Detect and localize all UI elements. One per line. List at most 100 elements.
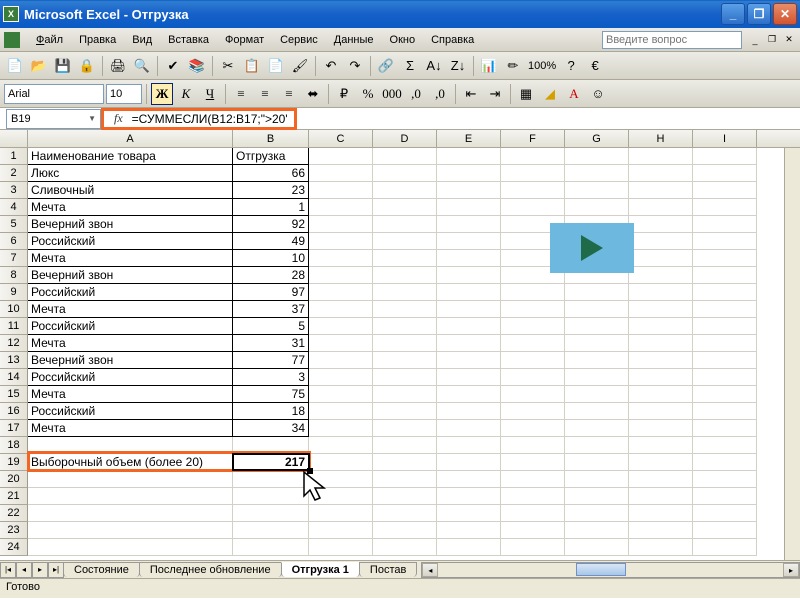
cell[interactable] — [565, 454, 629, 471]
sort-desc-icon[interactable]: Z↓ — [447, 55, 469, 77]
cell[interactable] — [373, 437, 437, 454]
cell[interactable] — [501, 454, 565, 471]
row-header[interactable]: 2 — [0, 165, 28, 182]
row-header[interactable]: 9 — [0, 284, 28, 301]
horizontal-scrollbar[interactable]: ◂ ▸ — [421, 562, 800, 578]
cell[interactable] — [437, 182, 501, 199]
cell[interactable] — [565, 420, 629, 437]
cell[interactable]: 28 — [233, 267, 309, 284]
cell[interactable] — [437, 488, 501, 505]
row-header[interactable]: 10 — [0, 301, 28, 318]
cell[interactable] — [437, 318, 501, 335]
cell[interactable] — [373, 471, 437, 488]
cell[interactable]: 37 — [233, 301, 309, 318]
cell[interactable]: Российский — [28, 233, 233, 250]
cell[interactable] — [629, 522, 693, 539]
cell[interactable]: 75 — [233, 386, 309, 403]
cell[interactable]: 31 — [233, 335, 309, 352]
cell[interactable]: 18 — [233, 403, 309, 420]
cell[interactable] — [501, 165, 565, 182]
cell[interactable] — [437, 471, 501, 488]
print-icon[interactable]: 🖨 — [107, 55, 129, 77]
cell[interactable] — [309, 267, 373, 284]
column-header-D[interactable]: D — [373, 130, 437, 147]
cell[interactable] — [437, 335, 501, 352]
cell[interactable] — [629, 437, 693, 454]
print-preview-icon[interactable]: 🔍 — [131, 55, 153, 77]
cell[interactable] — [629, 233, 693, 250]
decrease-indent-icon[interactable]: ⇤ — [460, 83, 482, 105]
row-header[interactable]: 1 — [0, 148, 28, 165]
name-box-dropdown-icon[interactable]: ▼ — [88, 114, 96, 123]
row-header[interactable]: 23 — [0, 522, 28, 539]
sheet-tab-3[interactable]: Отгрузка 1 — [281, 562, 360, 577]
cell[interactable]: 1 — [233, 199, 309, 216]
cell[interactable] — [629, 471, 693, 488]
cell[interactable]: Мечта — [28, 420, 233, 437]
cell[interactable] — [28, 522, 233, 539]
column-header-C[interactable]: C — [309, 130, 373, 147]
increase-decimal-icon[interactable]: ,0 — [405, 83, 427, 105]
cell[interactable] — [373, 267, 437, 284]
row-header[interactable]: 14 — [0, 369, 28, 386]
cell[interactable] — [309, 420, 373, 437]
cell[interactable] — [693, 335, 757, 352]
cell[interactable] — [501, 522, 565, 539]
cell[interactable] — [501, 301, 565, 318]
cell[interactable]: Мечта — [28, 386, 233, 403]
column-header-I[interactable]: I — [693, 130, 757, 147]
cell[interactable] — [629, 420, 693, 437]
undo-icon[interactable]: ↶ — [320, 55, 342, 77]
help-icon[interactable]: ? — [560, 55, 582, 77]
cut-icon[interactable]: ✂ — [217, 55, 239, 77]
cell[interactable] — [373, 386, 437, 403]
autosum-icon[interactable]: Σ — [399, 55, 421, 77]
cell[interactable] — [373, 216, 437, 233]
cell[interactable]: Мечта — [28, 199, 233, 216]
cell[interactable]: Сливочный — [28, 182, 233, 199]
help-search-input[interactable] — [602, 31, 742, 49]
cell[interactable] — [565, 284, 629, 301]
cell[interactable] — [437, 539, 501, 556]
cell[interactable]: Вечерний звон — [28, 267, 233, 284]
cell[interactable] — [501, 505, 565, 522]
new-icon[interactable]: 📄 — [4, 55, 26, 77]
cell[interactable] — [565, 301, 629, 318]
cell[interactable] — [693, 250, 757, 267]
menu-edit[interactable]: Правка — [71, 31, 124, 49]
cell[interactable] — [28, 471, 233, 488]
cell[interactable] — [437, 165, 501, 182]
tab-nav-prev-icon[interactable]: ◂ — [16, 562, 32, 578]
cell[interactable] — [309, 539, 373, 556]
currency-icon[interactable]: ₽ — [333, 83, 355, 105]
cell[interactable] — [309, 318, 373, 335]
cell[interactable] — [437, 250, 501, 267]
cell[interactable] — [309, 454, 373, 471]
cell[interactable] — [437, 369, 501, 386]
tab-nav-last-icon[interactable]: ▸| — [48, 562, 64, 578]
cell[interactable] — [629, 148, 693, 165]
cell[interactable] — [309, 233, 373, 250]
cell[interactable] — [437, 199, 501, 216]
cell[interactable] — [629, 539, 693, 556]
cell[interactable] — [437, 437, 501, 454]
italic-button[interactable]: К — [175, 83, 197, 105]
cell[interactable]: Российский — [28, 369, 233, 386]
cell[interactable] — [373, 301, 437, 318]
cell[interactable] — [309, 216, 373, 233]
cell[interactable] — [629, 505, 693, 522]
font-color-icon[interactable]: A — [563, 83, 585, 105]
cell[interactable] — [501, 420, 565, 437]
cell[interactable] — [309, 522, 373, 539]
cell[interactable] — [373, 318, 437, 335]
bold-button[interactable]: Ж — [151, 83, 173, 105]
cell[interactable]: Наименование товара — [28, 148, 233, 165]
cell[interactable] — [309, 386, 373, 403]
menu-window[interactable]: Окно — [382, 31, 424, 49]
cell[interactable] — [373, 403, 437, 420]
cell[interactable] — [501, 488, 565, 505]
cell[interactable] — [629, 199, 693, 216]
open-icon[interactable]: 📂 — [28, 55, 50, 77]
save-icon[interactable]: 💾 — [52, 55, 74, 77]
cell[interactable] — [501, 148, 565, 165]
